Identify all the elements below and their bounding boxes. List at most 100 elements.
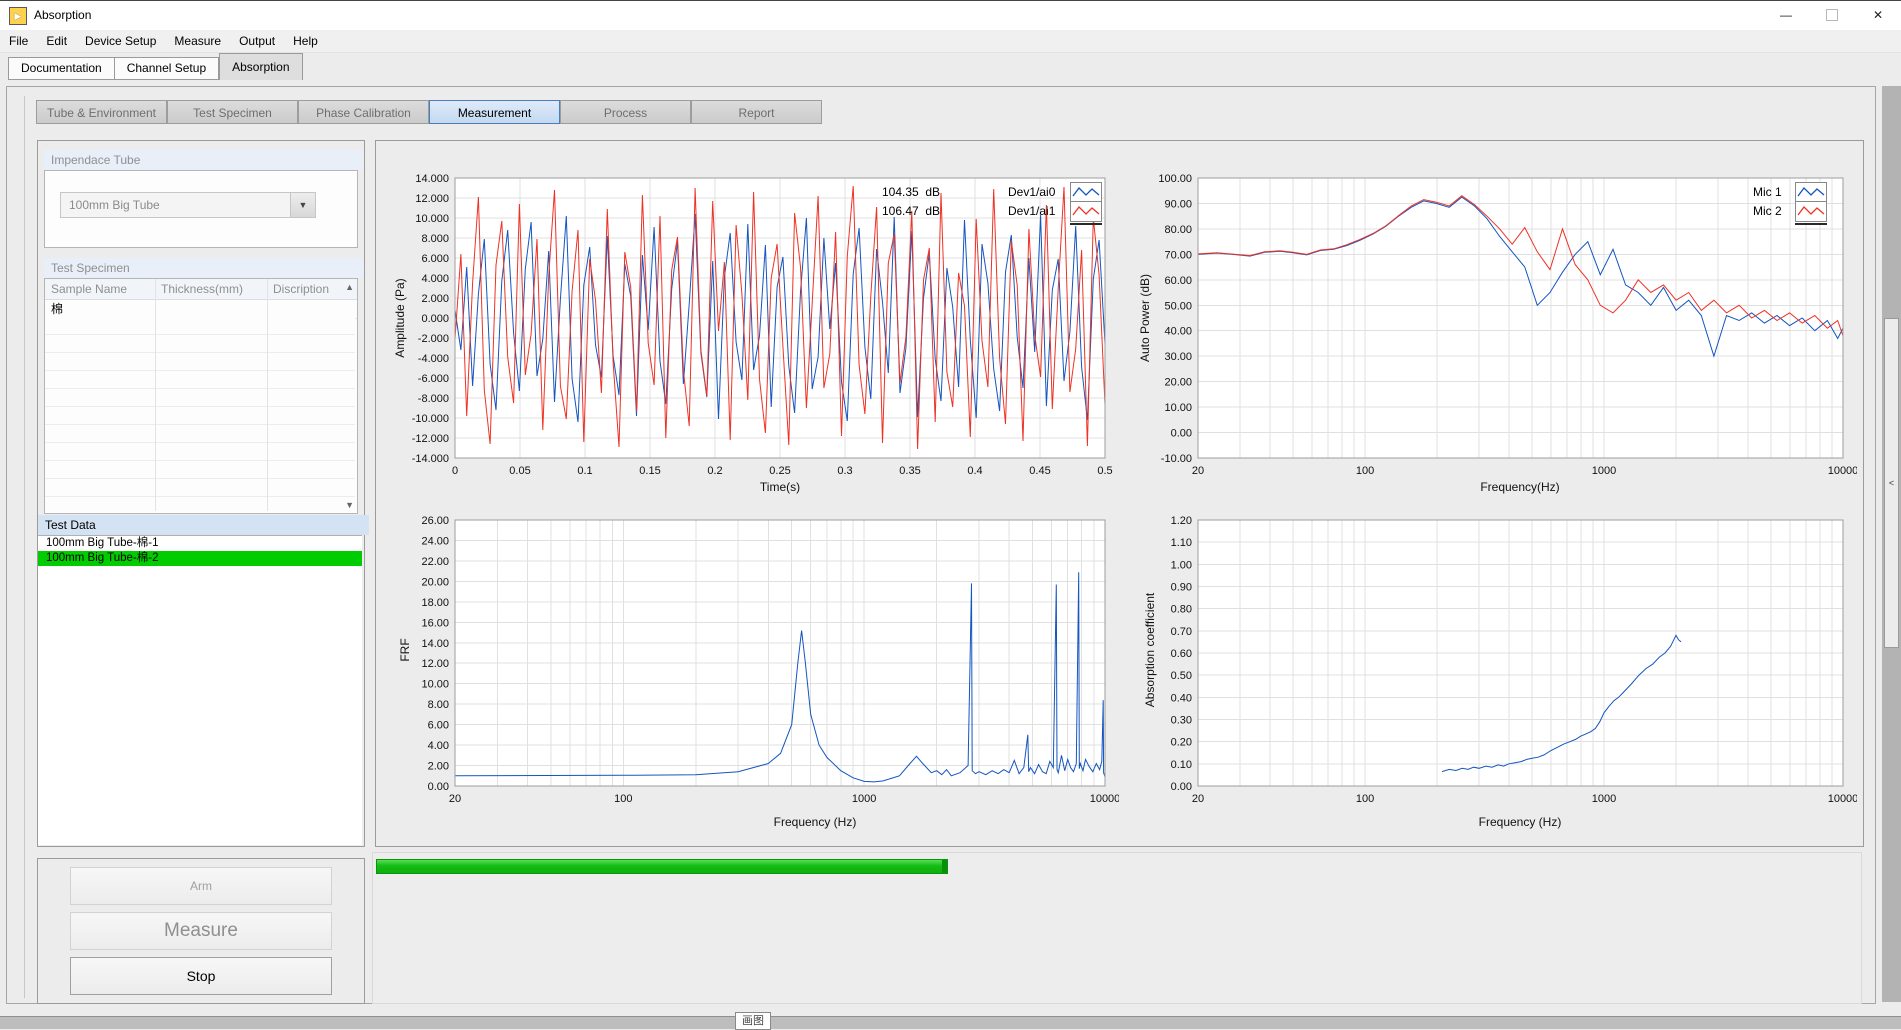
- svg-text:0.45: 0.45: [1029, 465, 1050, 477]
- menu-measure[interactable]: Measure: [165, 30, 230, 52]
- svg-text:26.00: 26.00: [421, 515, 449, 527]
- lower-panel: [372, 852, 1862, 1004]
- svg-text:60.00: 60.00: [1164, 275, 1192, 287]
- svg-text:-4.000: -4.000: [418, 353, 449, 365]
- column-discription: Discription: [267, 279, 355, 299]
- subtab-phase-calibration[interactable]: Phase Calibration: [298, 100, 429, 124]
- impedance-tube-select[interactable]: 100mm Big Tube ▼: [60, 192, 316, 218]
- svg-text:30.00: 30.00: [1164, 351, 1192, 363]
- menu-output[interactable]: Output: [230, 30, 284, 52]
- legend-dev1-ai0[interactable]: Dev1/ai0: [1008, 185, 1055, 199]
- svg-text:10000: 10000: [1828, 793, 1857, 805]
- svg-text:80.00: 80.00: [1164, 224, 1192, 236]
- y-axis-label-auto-power: Auto Power (dB): [1138, 274, 1152, 362]
- bottom-strip: [0, 1016, 1901, 1029]
- svg-text:0.80: 0.80: [1171, 604, 1192, 616]
- svg-text:1.00: 1.00: [1171, 559, 1192, 571]
- svg-text:1000: 1000: [1592, 793, 1616, 805]
- svg-text:2.00: 2.00: [428, 761, 449, 773]
- svg-text:0.4: 0.4: [967, 465, 982, 477]
- svg-text:10.000: 10.000: [415, 213, 449, 225]
- test-data-list[interactable]: 100mm Big Tube-棉-1 100mm Big Tube-棉-2: [38, 535, 362, 845]
- list-item[interactable]: 100mm Big Tube-棉-1: [38, 536, 362, 551]
- svg-text:0.15: 0.15: [639, 465, 660, 477]
- svg-text:0.05: 0.05: [509, 465, 530, 477]
- legend-mic2[interactable]: Mic 2: [1753, 204, 1782, 218]
- subtab-test-specimen[interactable]: Test Specimen: [167, 100, 298, 124]
- svg-text:18.00: 18.00: [421, 597, 449, 609]
- subtab-process[interactable]: Process: [560, 100, 691, 124]
- y-axis-label-amplitude: Amplitude (Pa): [393, 278, 407, 357]
- svg-text:12.000: 12.000: [415, 193, 449, 205]
- subtab-tube-environment[interactable]: Tube & Environment: [36, 100, 167, 124]
- svg-text:1000: 1000: [852, 793, 876, 805]
- chevron-down-icon[interactable]: ▼: [290, 193, 315, 217]
- column-sample-name: Sample Name: [45, 279, 155, 299]
- maximize-button[interactable]: [1809, 0, 1855, 30]
- subtab-measurement[interactable]: Measurement: [429, 100, 560, 124]
- minimize-button[interactable]: —: [1763, 0, 1809, 30]
- test-specimen-header: Test Specimen: [44, 258, 363, 278]
- svg-text:10.00: 10.00: [1164, 402, 1192, 414]
- maximize-icon: [1826, 9, 1838, 21]
- x-axis-label-frequency-3: Frequency (Hz): [1479, 815, 1562, 829]
- ai1-level-readout: 106.47 dB: [882, 204, 940, 218]
- column-thickness: Thickness(mm): [155, 279, 267, 299]
- menu-help[interactable]: Help: [284, 30, 327, 52]
- tab-documentation[interactable]: Documentation: [8, 57, 115, 80]
- list-item-selected[interactable]: 100mm Big Tube-棉-2: [38, 551, 362, 566]
- frf-graph: 26.0024.0022.0020.0018.0016.0014.0012.00…: [385, 510, 1119, 821]
- x-axis-label-frequency-2: Frequency (Hz): [774, 815, 857, 829]
- impedance-tube-header: Impendace Tube: [44, 150, 363, 170]
- subtab-report[interactable]: Report: [691, 100, 822, 124]
- svg-text:0.3: 0.3: [837, 465, 852, 477]
- legend-mic1[interactable]: Mic 1: [1753, 185, 1782, 199]
- column-separator: [155, 279, 156, 511]
- svg-text:10000: 10000: [1828, 465, 1857, 477]
- svg-text:1000: 1000: [1592, 465, 1616, 477]
- test-specimen-table[interactable]: Sample Name Thickness(mm) Discription 棉 …: [44, 278, 358, 514]
- svg-text:12.00: 12.00: [421, 658, 449, 670]
- legend-line-icon[interactable]: [1070, 201, 1102, 225]
- close-button[interactable]: ✕: [1855, 0, 1901, 30]
- menu-edit[interactable]: Edit: [37, 30, 76, 52]
- svg-text:0.35: 0.35: [899, 465, 920, 477]
- empty-rows: [45, 317, 355, 511]
- stop-button[interactable]: Stop: [70, 957, 332, 995]
- svg-text:-2.000: -2.000: [418, 333, 449, 345]
- main-tab-bar: Documentation Channel Setup Absorption: [8, 52, 303, 80]
- svg-text:0.2: 0.2: [707, 465, 722, 477]
- svg-text:4.00: 4.00: [428, 740, 449, 752]
- svg-text:8.00: 8.00: [428, 699, 449, 711]
- paint-window-tab[interactable]: 画图: [735, 1012, 771, 1030]
- svg-text:20: 20: [449, 793, 461, 805]
- svg-text:6.00: 6.00: [428, 720, 449, 732]
- scroll-down-icon[interactable]: ▼: [345, 500, 354, 510]
- svg-text:-14.000: -14.000: [412, 453, 449, 465]
- y-axis-label-absorption: Absorption coefficient: [1143, 593, 1157, 708]
- svg-text:-10.000: -10.000: [412, 413, 449, 425]
- scroll-up-icon[interactable]: ▲: [345, 282, 354, 292]
- tab-absorption[interactable]: Absorption: [219, 53, 302, 80]
- auto-power-graph: 100.0090.0080.0070.0060.0050.0040.0030.0…: [1128, 168, 1857, 493]
- cell-sample-name: 棉: [45, 300, 155, 318]
- cell-thickness: [155, 300, 267, 318]
- splitter-collapse-handle[interactable]: <: [1884, 318, 1899, 648]
- svg-text:0.1: 0.1: [577, 465, 592, 477]
- measure-button[interactable]: Measure: [70, 912, 332, 950]
- page-left-edge: [24, 96, 25, 998]
- svg-text:0.70: 0.70: [1171, 626, 1192, 638]
- legend-dev1-ai1[interactable]: Dev1/ai1: [1008, 204, 1055, 218]
- legend-line-icon[interactable]: [1795, 201, 1827, 225]
- svg-text:70.00: 70.00: [1164, 249, 1192, 261]
- svg-text:24.00: 24.00: [421, 535, 449, 547]
- svg-text:90.00: 90.00: [1164, 198, 1192, 210]
- tab-channel-setup[interactable]: Channel Setup: [115, 57, 219, 80]
- menu-device-setup[interactable]: Device Setup: [76, 30, 165, 52]
- svg-text:0.50: 0.50: [1171, 670, 1192, 682]
- menu-file[interactable]: File: [0, 30, 37, 52]
- ai0-level-readout: 104.35 dB: [882, 185, 940, 199]
- progress-bar: [376, 859, 948, 874]
- svg-text:0: 0: [452, 465, 458, 477]
- arm-button[interactable]: Arm: [70, 867, 332, 905]
